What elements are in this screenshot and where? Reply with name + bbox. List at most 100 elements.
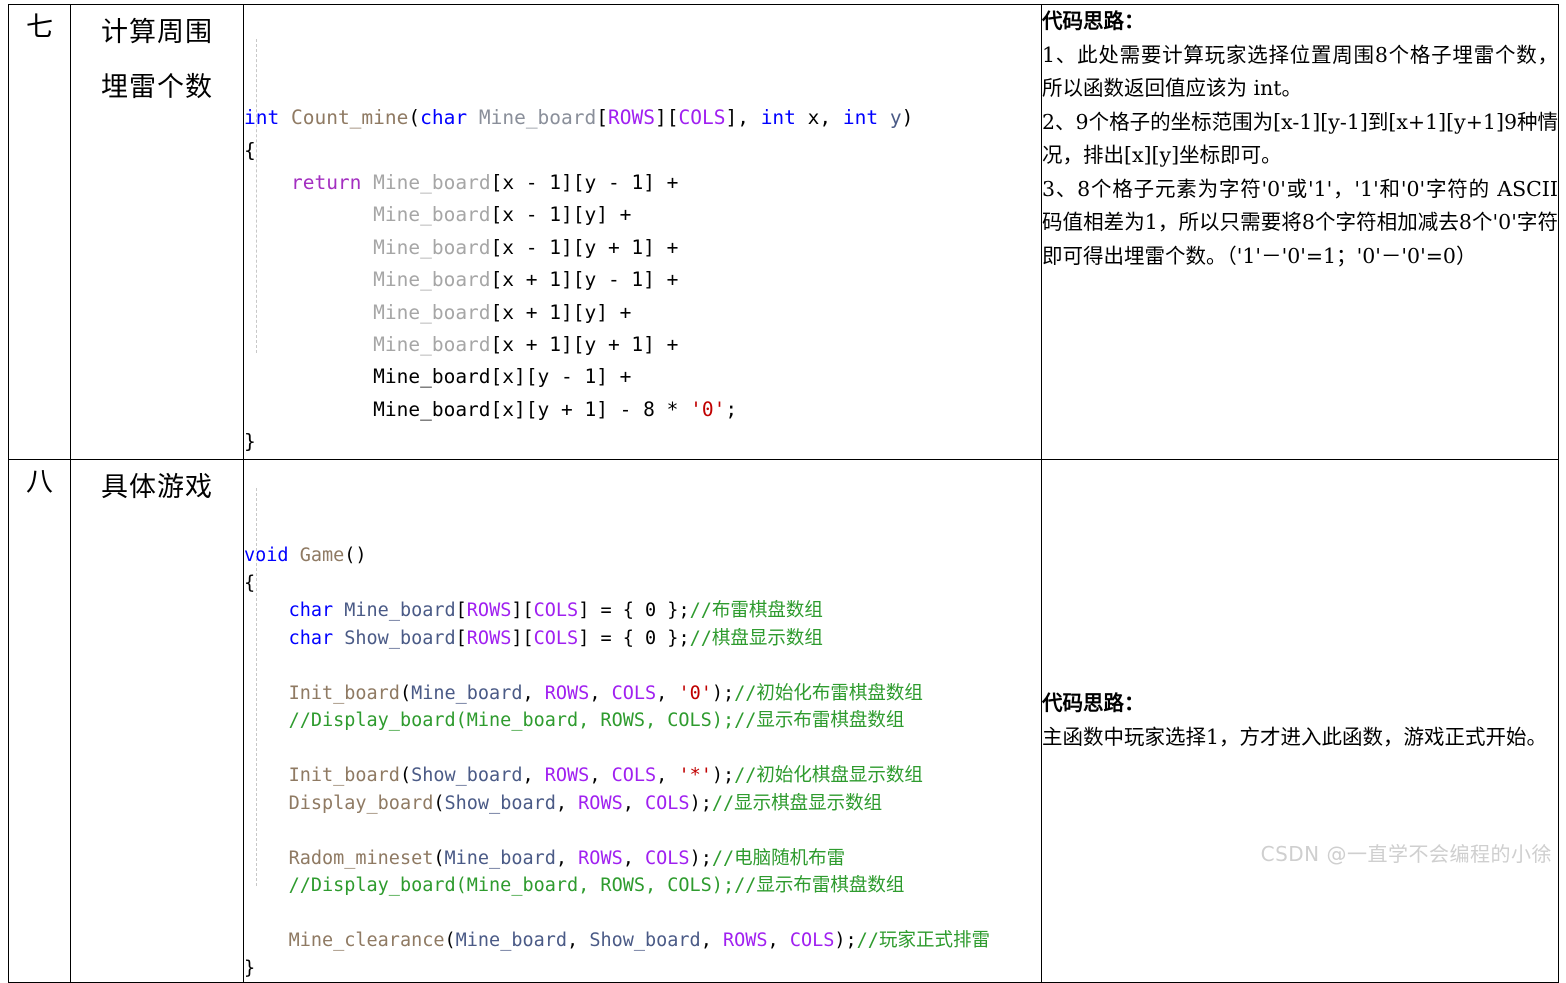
indent-guide <box>256 487 257 886</box>
code-token-punct <box>244 203 373 226</box>
code-token-punct: ] <box>654 106 667 130</box>
code-token-punct: , <box>767 930 790 952</box>
code-token-punct: , <box>555 847 579 869</box>
row-number-cell: 七 <box>8 4 71 460</box>
code-token-macro: ROWS <box>578 792 623 814</box>
code-token-punct <box>244 398 373 421</box>
code-token-punct: , <box>656 682 679 704</box>
stage-name-line: 计算周围 <box>101 17 213 48</box>
code-token-punct: , <box>522 682 545 704</box>
code-block: void Game(){ char Mine_board[ROWS][COLS]… <box>244 460 1041 983</box>
code-token-cmt: //初始化布雷棋盘数组 <box>734 682 923 704</box>
code-token-punct: [x - 1][y] + <box>490 203 632 227</box>
code-token-punct: } <box>244 957 256 979</box>
code-token-punct: [x][y + 1] - 8 * <box>490 397 691 421</box>
code-token-dim: Mine_board <box>373 333 491 357</box>
code-token-cmt: //Display_board(Mine_board, ROWS, COLS);… <box>288 710 905 732</box>
code-token-punct: { <box>244 138 256 162</box>
code-token-varb: Mine_board <box>444 847 556 869</box>
code-token-varb: Show_board <box>344 627 456 649</box>
code-line: Mine_board[x][y - 1] + <box>244 361 1041 393</box>
row-number: 七 <box>26 12 53 43</box>
code-token-var: Mine_board <box>478 106 597 130</box>
code-token-punct <box>244 848 289 869</box>
code-token-dim: Mine_board <box>373 300 491 324</box>
code-line: char Show_board[ROWS][COLS] = { 0 };//棋盘… <box>244 625 1041 653</box>
code-token-punct: , <box>737 106 761 130</box>
code-token-punct <box>244 268 373 291</box>
code-token-punct <box>467 106 479 129</box>
code-token-punct: ][ <box>511 600 534 622</box>
code-token-kw: int <box>842 106 879 130</box>
code-token-punct: ; <box>725 397 738 421</box>
code-token-punct: ] <box>725 106 738 130</box>
code-line: //Display_board(Mine_board, ROWS, COLS);… <box>244 707 1041 735</box>
code-token-punct <box>279 106 291 129</box>
code-token-varb: Mine_board <box>455 930 568 952</box>
stage-name-cell: 具体游戏 <box>70 458 244 983</box>
code-token-cmt: //棋盘显示数组 <box>689 627 823 649</box>
code-line: //Display_board(Mine_board, ROWS, COLS);… <box>244 872 1041 900</box>
note-title: 代码思路： <box>1042 691 1145 716</box>
code-token-punct: [ <box>666 106 679 130</box>
note-paragraph: 主函数中玩家选择1，方才进入此函数，游戏正式开始。 <box>1042 724 1548 749</box>
code-token-macro: COLS <box>533 627 579 649</box>
code-token-cmt: //电脑随机布雷 <box>711 847 846 869</box>
code-token-punct <box>333 628 344 649</box>
code-token-punct: Mine_board <box>373 397 491 421</box>
code-token-varb: Mine_board <box>344 600 456 622</box>
code-token-punct: x, <box>795 106 843 130</box>
code-token-varb: Show_board <box>589 930 701 952</box>
code-token-punct: , <box>656 765 679 787</box>
code-token-punct: , <box>589 682 612 704</box>
code-token-cmt: //显示棋盘显示数组 <box>711 792 883 814</box>
code-token-char: '0' <box>690 397 726 421</box>
code-token-punct: [x][y - 1] + <box>490 365 632 389</box>
code-token-varb: Show_board <box>411 765 523 787</box>
code-token-punct: [x - 1][y + 1] + <box>490 235 679 259</box>
code-token-macro: ROWS <box>722 930 768 952</box>
code-line: { <box>244 135 1041 167</box>
code-line: Mine_board[x - 1][y + 1] + <box>244 232 1041 264</box>
code-token-punct <box>244 628 289 649</box>
code-token-cmt: //初始化棋盘显示数组 <box>734 765 923 787</box>
code-token-macro: COLS <box>611 765 657 787</box>
code-line: { <box>244 570 1041 598</box>
stage-name-line: 具体游戏 <box>101 471 213 503</box>
code-token-punct: ) <box>901 106 914 130</box>
code-token-fn: Count_mine <box>290 106 409 130</box>
note-cell: 代码思路： 主函数中玩家选择1，方才进入此函数，游戏正式开始。 <box>1041 458 1559 983</box>
code-token-punct: [ <box>596 106 609 130</box>
code-token-punct <box>244 236 373 259</box>
code-token-macro: COLS <box>678 106 726 130</box>
note-body: 代码思路： 主函数中玩家选择1，方才进入此函数，游戏正式开始。 <box>1042 687 1558 754</box>
code-token-macro: ROWS <box>466 627 512 649</box>
code-token-punct: ] = { 0 }; <box>578 600 690 622</box>
code-cell: void Game(){ char Mine_board[ROWS][COLS]… <box>243 458 1042 983</box>
note-body: 代码思路： 1、此处需要计算玩家选择位置周围8个格子埋雷个数，所以函数返回值应该为… <box>1042 5 1558 273</box>
code-token-macro: COLS <box>533 600 579 622</box>
code-line: Mine_clearance(Mine_board, Show_board, R… <box>244 927 1041 955</box>
code-token-macro: ROWS <box>544 682 590 704</box>
code-token-fn: Init_board <box>288 765 400 787</box>
code-line: } <box>244 955 1041 983</box>
code-token-punct <box>244 301 373 324</box>
code-token-punct: [ <box>455 600 467 622</box>
stage-name-cell: 计算周围 埋雷个数 <box>70 4 244 460</box>
code-token-kw: void <box>244 545 289 567</box>
code-token-punct <box>244 765 289 786</box>
code-token-varb: y <box>889 106 902 130</box>
code-token-macro: ROWS <box>608 106 655 130</box>
code-token-macro: COLS <box>789 930 835 952</box>
code-token-cmt: //Display_board(Mine_board, ROWS, COLS);… <box>288 875 905 897</box>
code-token-punct <box>244 333 373 356</box>
code-token-punct: ( <box>399 682 412 704</box>
code-token-macro: ROWS <box>544 765 590 787</box>
note-paragraph: 1、此处需要计算玩家选择位置周围8个格子埋雷个数，所以函数返回值应该为 int。 <box>1042 42 1558 101</box>
table-row: 八 具体游戏 void Game(){ char Mine_board[ROWS… <box>8 458 1559 983</box>
code-token-punct: ] = { 0 }; <box>578 627 690 649</box>
code-token-punct: ][ <box>511 627 534 649</box>
code-line: Init_board(Show_board, ROWS, COLS, '*');… <box>244 762 1041 790</box>
code-token-punct <box>878 106 890 129</box>
